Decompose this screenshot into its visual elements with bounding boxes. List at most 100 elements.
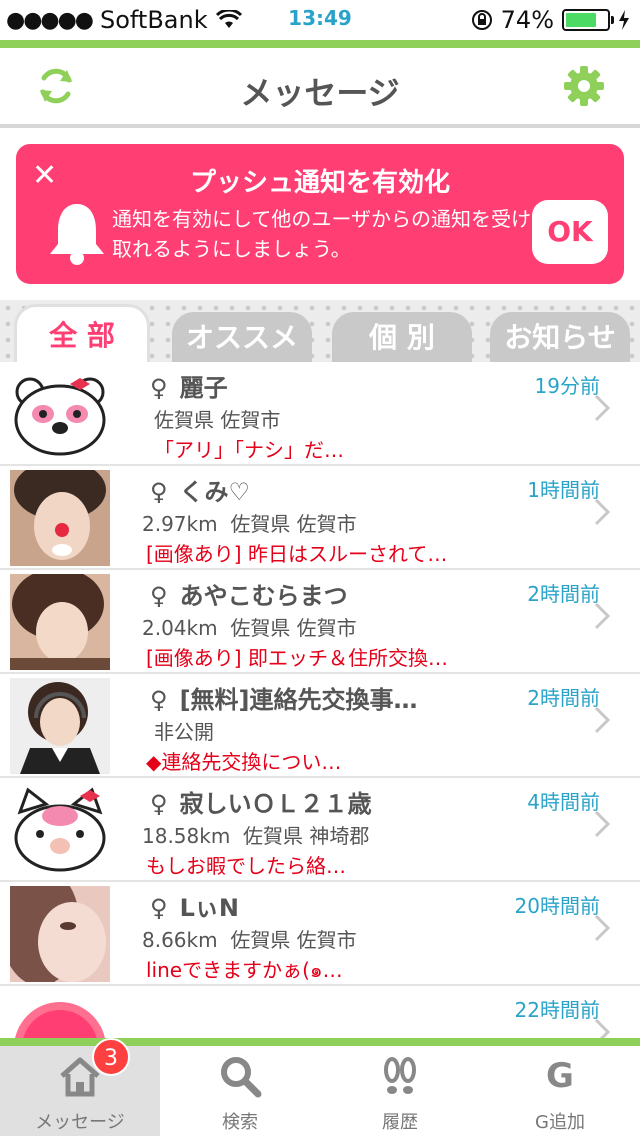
gear-icon[interactable] <box>562 64 606 108</box>
female-icon: ♀ <box>150 582 168 610</box>
status-bar: ●●●●● SoftBank 13:49 74% <box>0 0 640 40</box>
location-line: 8.66km 佐賀県 佐賀市 <box>142 924 357 953</box>
page-title: メッセージ <box>240 74 400 112</box>
location-text: 佐賀県 佐賀市 <box>154 408 281 432</box>
female-icon: ♀ <box>150 478 168 506</box>
tab-individual[interactable]: 個 別 <box>332 312 472 364</box>
sender-name: ♀ 寂しいＯＬ２１歳 <box>150 784 372 819</box>
sender-name-text: くみ♡ <box>179 478 251 506</box>
battery-icon <box>562 9 614 31</box>
sender-name: ♀ [無料]連絡先交換事… <box>150 680 418 715</box>
filter-tabs: 全 部 オススメ 個 別 お知らせ <box>0 300 640 364</box>
tab-recommended[interactable]: オススメ <box>172 312 312 364</box>
message-row[interactable]: ♀ 寂しいＯＬ２１歳 18.58km 佐賀県 神埼郡 もしお暇でしたら絡… 4時間… <box>0 778 640 882</box>
location-line: 2.97km 佐賀県 佐賀市 <box>142 508 357 537</box>
location-text: 非公開 <box>154 720 214 744</box>
battery-fill <box>566 13 596 27</box>
tabbar-label: メッセージ <box>35 1112 125 1133</box>
message-list: ♀ 麗子 佐賀県 佐賀市 「アリ」「ナシ」だ… 19分前 ♀ くみ♡ 2.97km … <box>0 362 640 1038</box>
push-ok-button[interactable]: OK <box>532 200 608 264</box>
message-preview: 「アリ」「ナシ」だ… <box>154 438 344 462</box>
sender-name: ♀ あやこむらまつ <box>150 576 348 611</box>
message-row[interactable]: ♀ あやこむらまつ 2.04km 佐賀県 佐賀市 [画像あり] 即エッチ＆住所交換… <box>0 570 640 674</box>
female-icon: ♀ <box>150 894 168 922</box>
push-body: 通知を有効にして他のユーザからの通知を受け取れるようにしましょう。 <box>112 207 531 261</box>
tabbar-messages[interactable]: 3 メッセージ <box>0 1038 160 1136</box>
push-title: プッシュ通知を有効化 <box>189 168 450 198</box>
message-row[interactable]: ♀ LぃN 8.66km 佐賀県 佐賀市 lineできますかぁ(๑… 20時間前 <box>0 882 640 986</box>
timestamp: 2時間前 <box>527 686 600 710</box>
g-icon: G <box>546 1056 574 1096</box>
user-photo <box>10 470 110 566</box>
message-preview: [画像あり] 即エッチ＆住所交換… <box>146 646 448 670</box>
message-preview: lineできますかぁ(๑… <box>146 958 343 982</box>
tabbar-g-add[interactable]: G G追加 <box>480 1046 640 1136</box>
distance-text: 18.58km <box>142 824 231 848</box>
chevron-right-icon <box>594 810 610 838</box>
battery-percent: 74% <box>500 6 554 34</box>
location-text: 佐賀県 神埼郡 <box>243 824 370 848</box>
tabbar-search[interactable]: 検索 <box>160 1046 320 1136</box>
message-preview: ◆連絡先交換につい… <box>146 750 342 774</box>
user-photo <box>10 574 110 670</box>
sender-name-text: 寂しいＯＬ２１歳 <box>179 790 372 818</box>
timestamp: 2時間前 <box>527 582 600 606</box>
message-row[interactable]: ♀ [無料]連絡先交換事… 非公開 ◆連絡先交換につい… 2時間前 <box>0 674 640 778</box>
timestamp: 22時間前 <box>514 998 600 1022</box>
location-text: 佐賀県 佐賀市 <box>230 512 357 536</box>
search-icon <box>221 1057 262 1098</box>
female-icon: ♀ <box>150 686 168 714</box>
distance-text: 2.97km <box>142 512 218 536</box>
tabbar-label: 履歴 <box>382 1112 418 1133</box>
timestamp: 19分前 <box>534 374 600 398</box>
distance-text: 8.66km <box>142 928 218 952</box>
location-text: 佐賀県 佐賀市 <box>230 928 357 952</box>
notice-icon <box>15 1002 105 1038</box>
sender-name-text: 麗子 <box>179 374 228 402</box>
tab-all[interactable]: 全 部 <box>14 304 150 364</box>
cat-icon <box>14 787 106 872</box>
female-icon: ♀ <box>150 374 168 402</box>
chevron-right-icon <box>594 602 610 630</box>
female-icon: ♀ <box>150 790 168 818</box>
sender-name: ♀ くみ♡ <box>150 472 250 507</box>
chevron-right-icon <box>594 706 610 734</box>
user-photo <box>10 886 110 982</box>
timestamp: 4時間前 <box>527 790 600 814</box>
sender-name-text: あやこむらまつ <box>179 582 348 610</box>
timestamp: 20時間前 <box>514 894 600 918</box>
push-notification-banner: ✕ プッシュ通知を有効化 通知を有効にして他のユーザからの通知を受け取れるように… <box>16 144 624 284</box>
unread-badge: 3 <box>92 1038 130 1076</box>
tabbar-history[interactable]: 履歴 <box>320 1046 480 1136</box>
sender-name: ♀ 麗子 <box>150 368 228 403</box>
panda-icon <box>14 377 106 456</box>
chevron-right-icon <box>594 394 610 422</box>
status-right: 74% <box>471 6 630 34</box>
message-preview: [画像あり] 昨日はスルーされて… <box>146 542 448 566</box>
bottom-tab-bar: 3 メッセージ 検索 履歴 G G追加 <box>0 1038 640 1136</box>
location-line: 18.58km 佐賀県 神埼郡 <box>142 820 369 849</box>
timestamp: 1時間前 <box>527 478 600 502</box>
message-row[interactable]: ♀ くみ♡ 2.97km 佐賀県 佐賀市 [画像あり] 昨日はスルーされて… 1時… <box>0 466 640 570</box>
sender-name-text: LぃN <box>179 894 239 922</box>
navigation-header: メッセージ <box>0 48 640 128</box>
chevron-right-icon <box>594 498 610 526</box>
tabbar-label: G追加 <box>535 1112 585 1133</box>
location-text: 佐賀県 佐賀市 <box>230 616 357 640</box>
distance-text: 2.04km <box>142 616 218 640</box>
message-preview: もしお暇でしたら絡… <box>146 854 346 878</box>
chevron-right-icon <box>594 914 610 942</box>
message-row[interactable]: 22時間前 <box>0 986 640 1038</box>
tab-notices[interactable]: お知らせ <box>490 312 630 364</box>
footprints-icon <box>384 1057 416 1094</box>
message-row[interactable]: ♀ 麗子 佐賀県 佐賀市 「アリ」「ナシ」だ… 19分前 <box>0 362 640 466</box>
charging-icon <box>619 10 629 30</box>
orientation-lock-icon <box>471 10 492 30</box>
sender-name-text: [無料]連絡先交換事… <box>179 686 418 714</box>
header-accent-bar <box>0 40 640 48</box>
tabbar-label: 検索 <box>222 1112 258 1133</box>
location-line: 2.04km 佐賀県 佐賀市 <box>142 612 357 641</box>
user-photo <box>10 678 110 774</box>
sender-name: ♀ LぃN <box>150 888 239 923</box>
chevron-right-icon <box>594 1018 610 1038</box>
